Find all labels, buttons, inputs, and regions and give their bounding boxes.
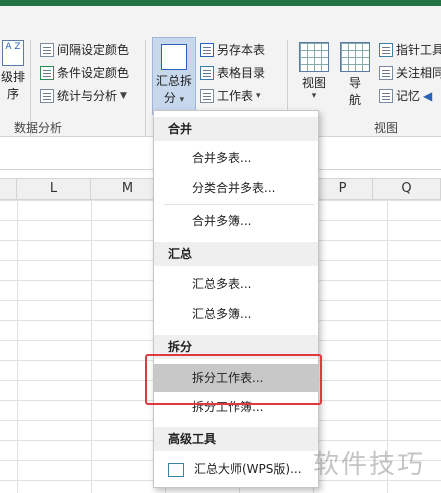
stats-analysis-button[interactable]: 统计与分析 ▼	[40, 87, 127, 104]
navigation-button[interactable]: 导 航	[340, 42, 370, 108]
sort-az-icon: A Z	[2, 40, 24, 66]
interval-color-icon	[40, 42, 54, 57]
menu-item-merge-workbooks[interactable]: 合并多簿...	[154, 207, 318, 235]
column-header-l[interactable]: L	[17, 178, 91, 200]
menu-item-summary-sheets[interactable]: 汇总多表...	[154, 270, 318, 298]
interval-color-label: 间隔设定颜色	[57, 43, 130, 57]
chevron-down-icon: ▾	[179, 95, 185, 105]
interval-color-button[interactable]: 间隔设定颜色	[40, 41, 129, 58]
save-as-sheet-label: 另存本表	[217, 43, 266, 57]
save-as-icon	[200, 42, 214, 57]
watermark-text: 软件技巧	[313, 450, 426, 480]
condition-color-icon	[40, 65, 54, 80]
table-directory-icon	[200, 65, 214, 80]
view-icon	[299, 42, 329, 72]
menu-item-summary-workbooks[interactable]: 汇总多簿...	[154, 300, 318, 328]
memory-label: 记忆	[396, 89, 421, 103]
summary-split-dropdown-menu: 合并 合并多表... 分类合并多表... 合并多簿... 汇总 汇总多表... …	[153, 110, 319, 488]
highlight-box	[145, 354, 322, 405]
navigation-icon	[340, 42, 370, 72]
pointer-tool-icon	[379, 42, 393, 57]
condition-color-button[interactable]: 条件设定颜色	[40, 64, 129, 81]
memory-icon	[379, 88, 393, 103]
chevron-down-icon: ▼	[120, 90, 127, 101]
menu-item-summary-master[interactable]: 汇总大师(WPS版)...	[154, 455, 318, 483]
table-directory-button[interactable]: 表格目录	[200, 64, 265, 81]
worksheet-button[interactable]: 工作表 ▾	[200, 87, 261, 104]
column-header-p[interactable]: P	[313, 178, 373, 200]
pointer-tool-button[interactable]: 指针工具	[379, 41, 441, 58]
follow-same-label: 关注相同	[396, 66, 441, 80]
column-header-q[interactable]: Q	[373, 178, 441, 200]
table-directory-label: 表格目录	[217, 66, 266, 80]
menu-section-merge: 合并	[154, 117, 318, 141]
save-as-sheet-button[interactable]: 另存本表	[200, 41, 265, 58]
menu-separator	[164, 204, 314, 205]
menu-section-summary: 汇总	[154, 242, 318, 266]
summary-master-icon	[168, 462, 184, 477]
sort-button[interactable]: A Z 级排 序	[0, 40, 26, 102]
worksheet-label: 工作表	[217, 89, 254, 103]
menu-section-advanced: 高级工具	[154, 427, 318, 451]
follow-same-button[interactable]: 关注相同	[379, 64, 441, 81]
summary-master-label: 汇总大师(WPS版)...	[194, 462, 302, 476]
summary-split-button[interactable]: 汇总拆 分 ▾	[152, 37, 196, 115]
chevron-down-icon: ▾	[311, 91, 317, 101]
summary-split-icon	[161, 44, 187, 70]
pointer-tool-label: 指针工具	[396, 43, 441, 57]
menu-item-category-merge[interactable]: 分类合并多表...	[154, 174, 318, 202]
ribbon-separator	[145, 40, 146, 136]
stats-analysis-icon	[40, 88, 54, 103]
summary-split-label-line1: 汇总拆	[155, 74, 192, 88]
stats-analysis-label: 统计与分析	[57, 89, 118, 103]
view-group-label: 视图	[374, 121, 399, 135]
sort-label-line2: 序	[6, 87, 19, 101]
data-analysis-group-label: 数据分析	[14, 121, 63, 135]
memory-button[interactable]: 记忆 ◀	[379, 87, 432, 104]
summary-split-label-line2: 分 ▾	[163, 91, 185, 105]
worksheet-icon	[200, 88, 214, 103]
navigation-label-line2: 航	[348, 93, 361, 107]
chevron-down-icon: ▾	[256, 90, 261, 101]
navigation-label-line1: 导	[348, 76, 361, 90]
view-button[interactable]: 视图 ▾	[296, 42, 332, 101]
menu-item-merge-sheets[interactable]: 合并多表...	[154, 144, 318, 172]
condition-color-label: 条件设定颜色	[57, 66, 130, 80]
follow-same-icon	[379, 65, 393, 80]
chevron-left-icon[interactable]: ◀	[423, 89, 432, 103]
column-header-partial[interactable]	[0, 178, 17, 200]
view-label: 视图	[301, 76, 326, 90]
sort-label-line1: 级排	[0, 70, 25, 84]
